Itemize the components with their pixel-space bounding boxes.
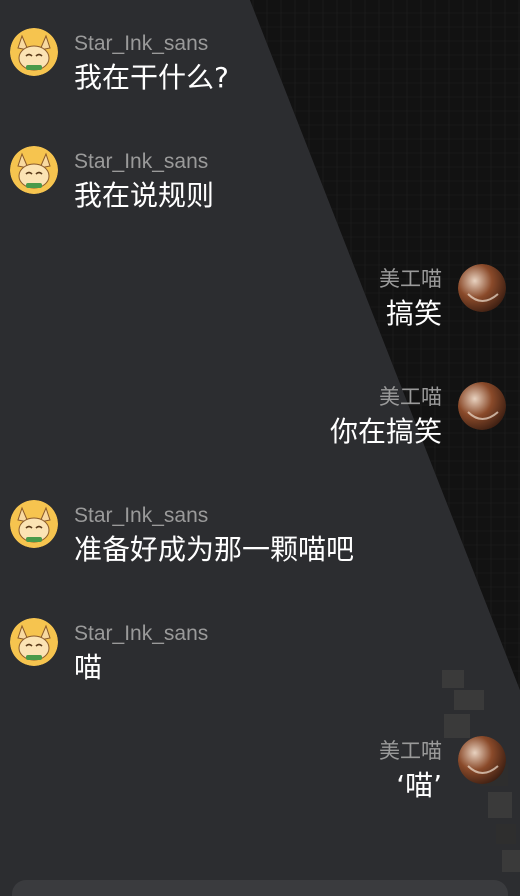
- message-text: ‘喵’: [396, 769, 442, 802]
- chat-message: 美工喵 ‘喵’: [379, 736, 506, 806]
- chat-screen: Star_Ink_sans 我在干什么? Star_Ink_sans 我在说规则: [0, 0, 520, 896]
- username[interactable]: 美工喵: [379, 740, 442, 764]
- message-text: 准备好成为那一颗喵吧: [74, 533, 355, 566]
- username[interactable]: Star_Ink_sans: [74, 150, 208, 174]
- message-text: 喵: [74, 651, 103, 684]
- username[interactable]: 美工喵: [379, 386, 442, 410]
- fox-avatar[interactable]: [10, 618, 58, 666]
- sphere-avatar[interactable]: [458, 736, 506, 784]
- message-text: 我在干什么?: [74, 61, 229, 94]
- chat-message: Star_Ink_sans 我在干什么?: [10, 28, 229, 98]
- message-text: 搞笑: [385, 297, 442, 330]
- username[interactable]: Star_Ink_sans: [74, 622, 208, 646]
- fox-avatar[interactable]: [10, 500, 58, 548]
- chat-message: 美工喵 你在搞笑: [330, 382, 506, 452]
- fox-avatar[interactable]: [10, 28, 58, 76]
- message-text: 你在搞笑: [329, 415, 442, 448]
- chat-message: Star_Ink_sans 我在说规则: [10, 146, 214, 216]
- chat-message: 美工喵 搞笑: [379, 264, 506, 334]
- sphere-avatar[interactable]: [458, 382, 506, 430]
- sphere-avatar[interactable]: [458, 264, 506, 312]
- chat-message: Star_Ink_sans 准备好成为那一颗喵吧: [10, 500, 354, 570]
- chat-message: Star_Ink_sans 喵: [10, 618, 208, 688]
- message-text: 我在说规则: [74, 179, 215, 212]
- fox-avatar[interactable]: [10, 146, 58, 194]
- username[interactable]: Star_Ink_sans: [74, 32, 208, 56]
- username[interactable]: 美工喵: [379, 268, 442, 292]
- username[interactable]: Star_Ink_sans: [74, 504, 208, 528]
- message-input-bar[interactable]: [12, 880, 508, 896]
